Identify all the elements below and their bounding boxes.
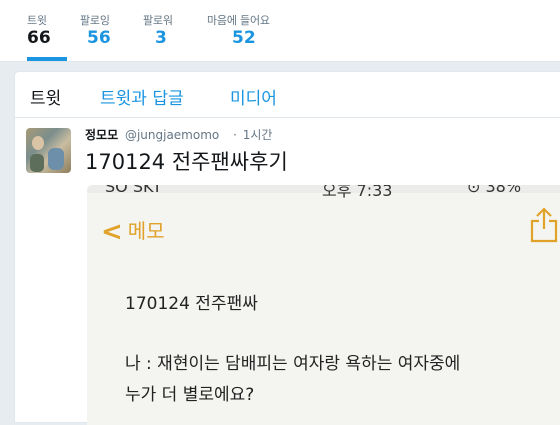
stat-followers-label: 팔로워 — [143, 14, 173, 27]
avatar[interactable] — [26, 128, 71, 173]
memo-title: 170124 전주팬싸 — [125, 294, 258, 314]
author-name[interactable]: 정모모 — [85, 128, 118, 142]
active-tab-indicator — [27, 57, 67, 61]
profile-stats-bar: 트윗 66 팔로잉 56 팔로워 3 마음에 들어요 52 — [0, 0, 560, 62]
clock-text: 오후 7:33 — [322, 185, 393, 200]
stat-tweets-count: 66 — [27, 28, 51, 48]
stat-followers-count: 3 — [155, 28, 167, 48]
author-handle[interactable]: @jungjaemomo — [125, 128, 219, 142]
tweet-image[interactable]: SO SKT 오후 7:33 ⊙ 38% < 메모 170124 전주팬싸 나 :… — [87, 185, 560, 425]
separator-dot: · — [233, 128, 237, 142]
tab-media[interactable]: 미디어 — [230, 84, 277, 109]
tweet-author-line: 정모모 @jungjaemomo · 1시간 — [85, 126, 272, 143]
memo-line: 나 : 재현이는 담배피는 여자랑 욕하는 여자중에 — [125, 354, 461, 374]
stat-following-count: 56 — [87, 28, 111, 48]
timeline-panel: 트윗 트윗과 답글 미디어 정모모 @jungjaemomo · 1시간 170… — [14, 71, 560, 425]
memo-back-button: < 메모 — [101, 215, 165, 247]
stat-following-label: 팔로잉 — [80, 14, 110, 27]
memo-back-label: 메모 — [127, 219, 165, 243]
tweet-text: 170124 전주팬싸후기 — [85, 150, 288, 174]
stat-tweets-label: 트윗 — [27, 14, 47, 27]
tab-tweets-and-replies[interactable]: 트윗과 답글 — [100, 84, 184, 109]
carrier-text: SO SKT — [105, 185, 163, 196]
tab-tweets[interactable]: 트윗 — [30, 84, 61, 109]
timeline-tabs: 트윗 트윗과 답글 미디어 — [15, 72, 560, 118]
chevron-left-icon: < — [101, 217, 123, 247]
phone-status-bar: SO SKT 오후 7:33 ⊙ 38% — [87, 185, 560, 200]
tweet-timestamp[interactable]: 1시간 — [243, 128, 273, 142]
stat-likes-count: 52 — [232, 28, 256, 48]
battery-text: ⊙ 38% — [467, 185, 522, 196]
stat-likes-label: 마음에 들어요 — [207, 14, 270, 27]
memo-line: 누가 더 별로에요? — [125, 385, 255, 405]
share-icon — [530, 207, 558, 243]
